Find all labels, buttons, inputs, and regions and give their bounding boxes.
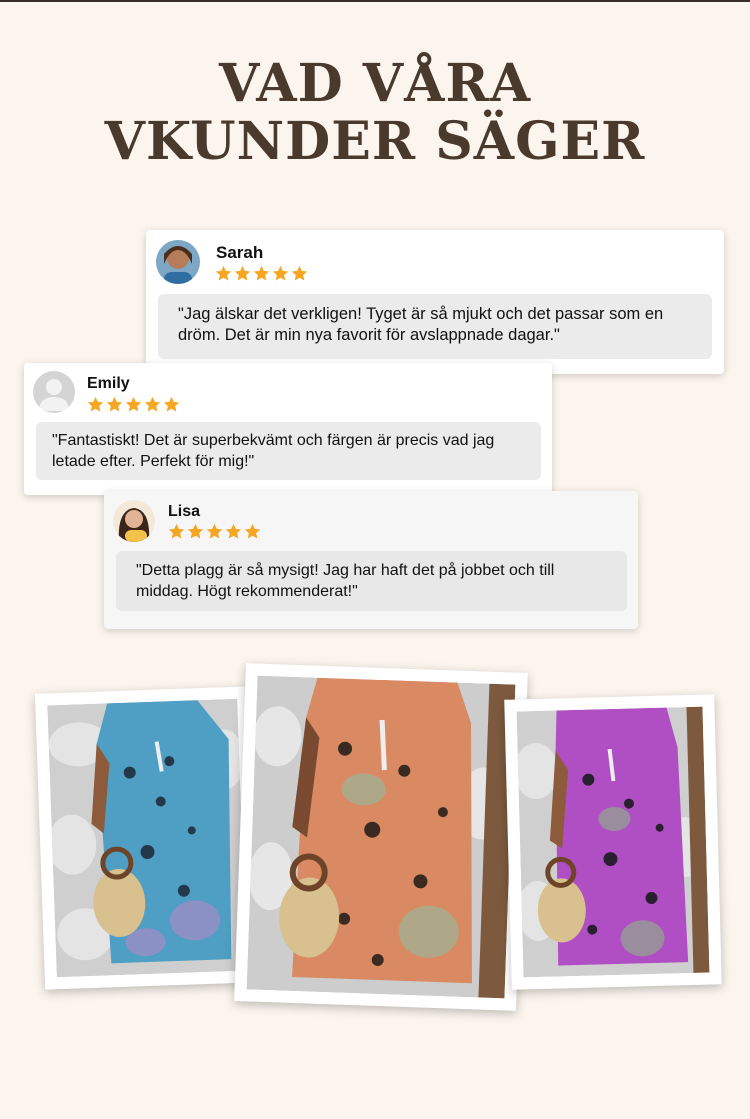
review-text: "Fantastiskt! Det är superbekvämt och fä… bbox=[36, 422, 541, 480]
review-card-emily: Emily "Fantastiskt! Det är superbekvämt … bbox=[24, 363, 552, 495]
star-icon bbox=[106, 396, 123, 412]
reviewer-name: Sarah bbox=[216, 243, 264, 262]
star-icon bbox=[125, 396, 142, 412]
product-photo-purple bbox=[504, 694, 722, 990]
star-rating bbox=[87, 396, 180, 413]
star-icon bbox=[253, 265, 270, 281]
star-rating bbox=[215, 265, 308, 282]
page-title: VAD VÅRA VKUNDER SÄGER bbox=[0, 55, 750, 171]
product-photo-blue bbox=[34, 686, 260, 990]
title-line-1: VAD VÅRA bbox=[218, 53, 532, 114]
star-icon bbox=[225, 523, 242, 539]
review-card-sarah: Sarah "Jag älskar det verkligen! Tyget ä… bbox=[146, 230, 724, 374]
reviewer-name: Emily bbox=[87, 375, 130, 392]
star-icon bbox=[206, 523, 223, 539]
star-icon bbox=[244, 523, 261, 539]
star-icon bbox=[144, 396, 161, 412]
avatar bbox=[113, 500, 155, 542]
review-card-lisa: Lisa "Detta plagg är så mysigt! Jag har … bbox=[104, 491, 638, 629]
star-icon bbox=[87, 396, 104, 412]
star-icon bbox=[272, 265, 289, 281]
product-photo-orange bbox=[234, 663, 528, 1011]
review-text: "Detta plagg är så mysigt! Jag har haft … bbox=[116, 551, 627, 611]
star-icon bbox=[215, 265, 232, 281]
star-rating bbox=[168, 523, 261, 540]
avatar bbox=[33, 371, 75, 413]
star-icon bbox=[187, 523, 204, 539]
title-line-2: VKUNDER SÄGER bbox=[104, 111, 646, 172]
avatar bbox=[156, 240, 200, 284]
review-text: "Jag älskar det verkligen! Tyget är så m… bbox=[158, 294, 712, 359]
star-icon bbox=[163, 396, 180, 412]
top-divider bbox=[0, 0, 750, 2]
star-icon bbox=[291, 265, 308, 281]
star-icon bbox=[168, 523, 185, 539]
reviewer-name: Lisa bbox=[168, 503, 201, 520]
star-icon bbox=[234, 265, 251, 281]
